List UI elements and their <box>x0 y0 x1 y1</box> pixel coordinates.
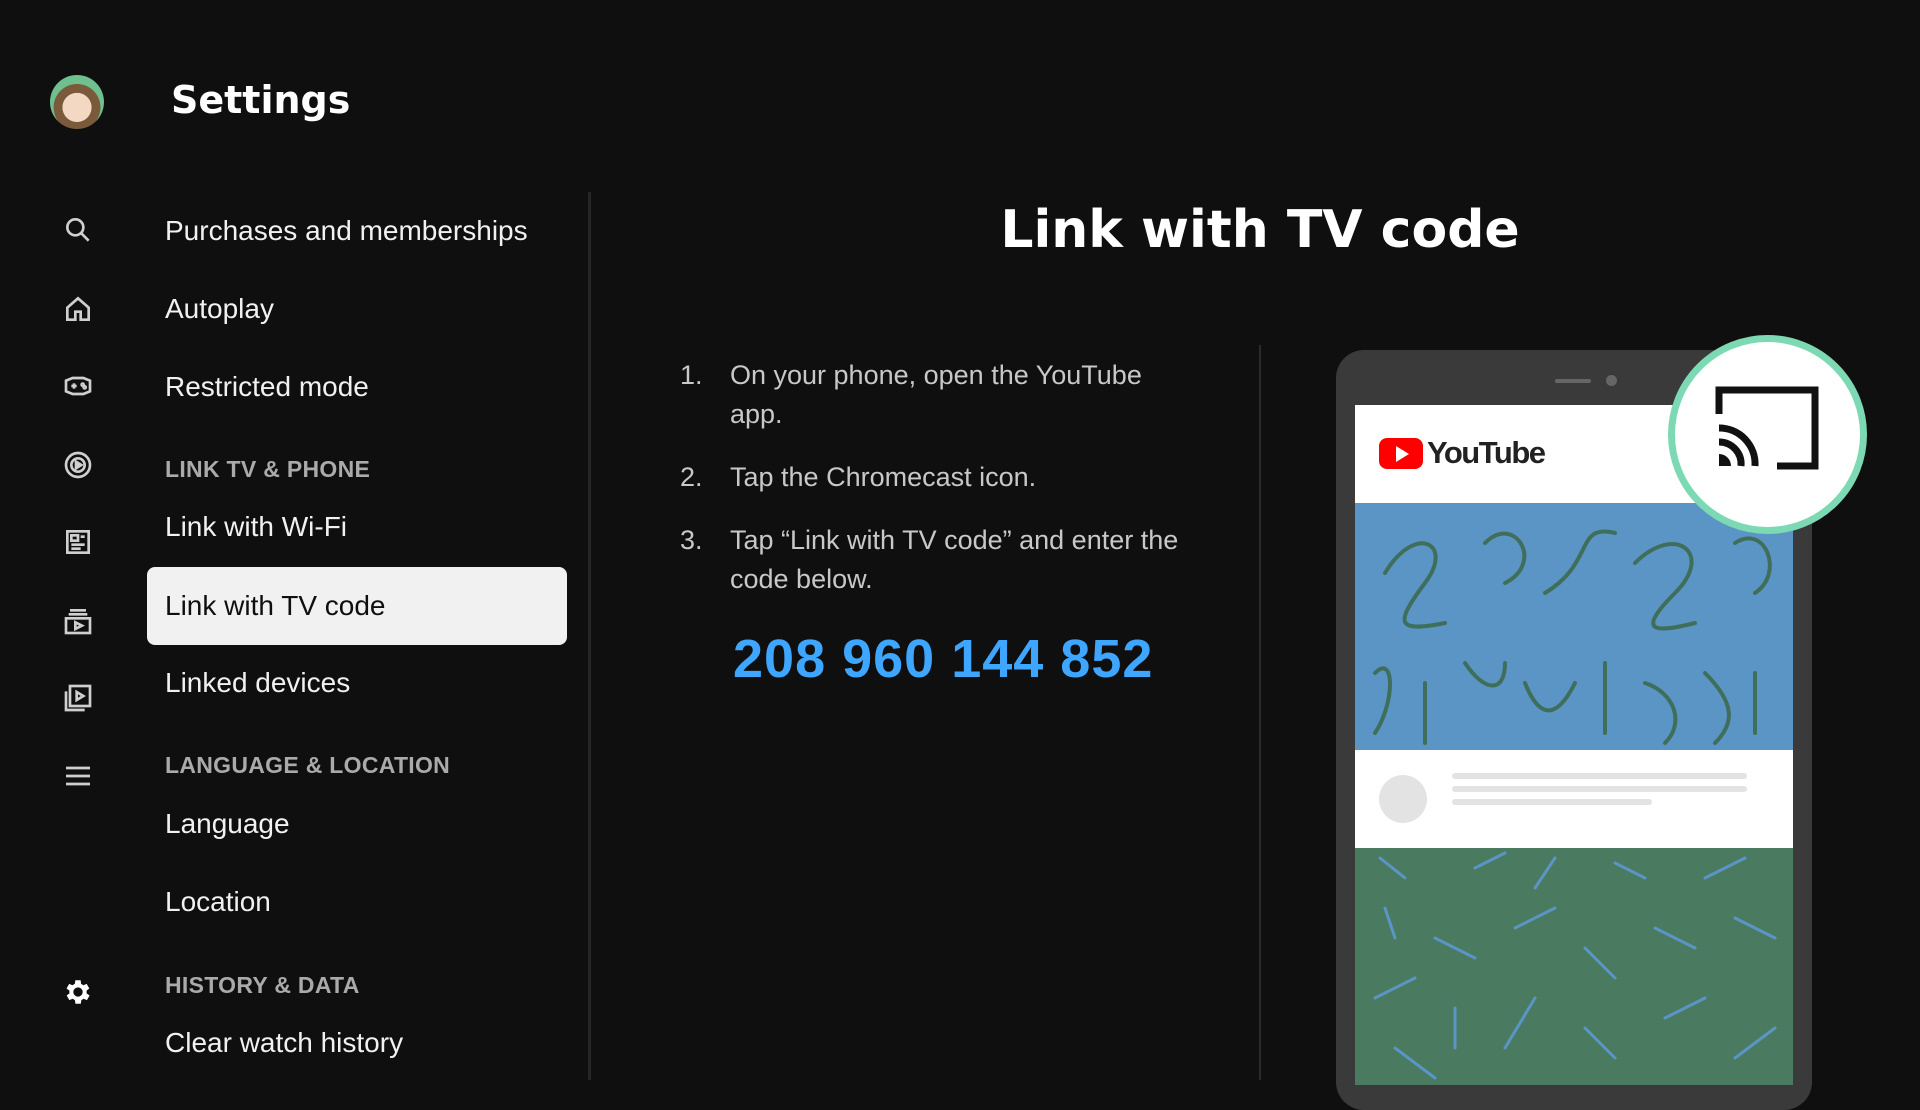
placeholder-line <box>1452 799 1652 805</box>
menu-item-clear-watch-history[interactable]: Clear watch history <box>147 1004 567 1082</box>
step-text: On your phone, open the YouTube app. <box>730 360 1142 429</box>
content-title: Link with TV code <box>1000 200 1520 260</box>
subscriptions-icon[interactable] <box>58 601 98 641</box>
youtube-wordmark: YouTube <box>1427 435 1546 470</box>
instruction-step: 2. Tap the Chromecast icon. <box>680 458 1200 497</box>
youtube-logo: YouTube <box>1379 435 1546 471</box>
phone-camera <box>1606 375 1617 386</box>
settings-icon[interactable] <box>58 972 98 1012</box>
gaming-icon[interactable] <box>58 366 98 406</box>
channel-avatar <box>1379 775 1427 823</box>
library-icon[interactable] <box>58 678 98 718</box>
menu-item-restricted-mode[interactable]: Restricted mode <box>147 348 567 426</box>
menu-item-link-wifi[interactable]: Link with Wi-Fi <box>147 488 567 566</box>
step-text: Tap the Chromecast icon. <box>730 462 1037 492</box>
menu-item-autoplay[interactable]: Autoplay <box>147 270 567 348</box>
step-number: 3. <box>680 525 703 555</box>
section-header-language-location: LANGUAGE & LOCATION <box>165 752 451 778</box>
menu-item-linked-devices[interactable]: Linked devices <box>147 644 567 722</box>
instruction-step: 1. On your phone, open the YouTube app. <box>680 356 1200 434</box>
step-text: Tap “Link with TV code” and enter the co… <box>730 525 1179 594</box>
section-header-link-tv-phone: LINK TV & PHONE <box>165 456 371 482</box>
placeholder-line <box>1452 773 1747 779</box>
avatar[interactable] <box>50 75 104 129</box>
menu-item-location[interactable]: Location <box>147 863 567 941</box>
youtube-play-icon <box>1379 437 1423 469</box>
page-title: Settings <box>171 78 351 122</box>
tv-link-code: 208 960 144 852 <box>733 629 1154 689</box>
search-icon[interactable] <box>58 210 98 250</box>
instruction-step: 3. Tap “Link with TV code” and enter the… <box>680 521 1200 599</box>
video-thumbnail <box>1355 503 1793 750</box>
phone-speaker <box>1555 379 1591 383</box>
divider <box>588 192 591 1080</box>
step-number: 2. <box>680 462 703 492</box>
chromecast-badge <box>1668 335 1867 534</box>
placeholder-line <box>1452 786 1747 792</box>
menu-icon[interactable] <box>58 756 98 796</box>
music-icon[interactable] <box>58 445 98 485</box>
news-icon[interactable] <box>58 522 98 562</box>
step-number: 1. <box>680 360 703 390</box>
video-thumbnail <box>1355 848 1793 1085</box>
menu-item-link-tv-code[interactable]: Link with TV code <box>147 567 567 645</box>
divider <box>1259 345 1261 1080</box>
cast-icon <box>1715 386 1819 470</box>
menu-item-purchases[interactable]: Purchases and memberships <box>147 192 567 270</box>
section-header-history-data: HISTORY & DATA <box>165 972 360 998</box>
home-icon[interactable] <box>58 289 98 329</box>
menu-item-language[interactable]: Language <box>147 785 567 863</box>
